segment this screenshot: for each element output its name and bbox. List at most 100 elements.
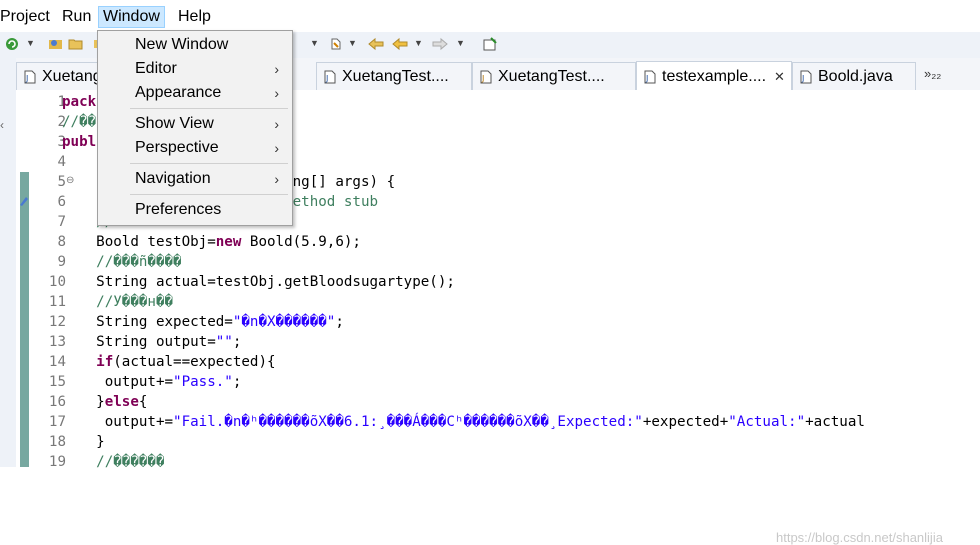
menu-item-appearance[interactable]: Appearance › — [99, 81, 291, 105]
menu-help[interactable]: Help — [174, 6, 215, 28]
menu-item-label: Appearance — [135, 84, 222, 101]
open-project-icon[interactable] — [48, 36, 64, 52]
code-line[interactable]: Boold testObj=new Boold(5.9,6); — [62, 232, 980, 252]
code-token: //������ — [62, 454, 165, 470]
java-file-icon: J — [799, 70, 812, 84]
refresh-icon[interactable] — [4, 36, 20, 52]
dropdown-arrow-icon[interactable]: ▼ — [26, 38, 35, 48]
menu-item-navigation[interactable]: Navigation › — [99, 167, 291, 191]
menu-window[interactable]: Window — [98, 6, 165, 28]
code-token: "Actual:" — [728, 414, 806, 430]
code-token: (actual==expected){ — [113, 354, 276, 370]
tab-overflow-icon[interactable]: »₂₂ — [924, 66, 941, 81]
menu-project[interactable]: Project — [0, 6, 54, 28]
java-file-icon: J — [323, 70, 336, 84]
tab-boold-java[interactable]: J Boold.java — [792, 62, 916, 90]
code-line[interactable]: //���ñ���� — [62, 252, 980, 272]
code-line[interactable]: output+="Fail.�n�ʰ������õΧ��6.1:¸���Á���… — [62, 412, 980, 432]
menu-item-show-view[interactable]: Show View › — [99, 112, 291, 136]
chevron-right-icon: › — [274, 85, 279, 101]
menu-item-preferences[interactable]: Preferences — [99, 198, 291, 222]
code-token: { — [138, 394, 148, 410]
code-token: } — [62, 394, 105, 410]
code-token: String expected= — [62, 314, 233, 330]
chevron-right-icon: › — [274, 61, 279, 77]
code-token: "" — [215, 334, 233, 350]
chevron-right-icon: › — [274, 116, 279, 132]
tab-xuetangtest-1[interactable]: J XuetangTest.... — [316, 62, 472, 90]
tab-xuetang[interactable]: J Xuetang — [16, 62, 98, 90]
watermark: https://blog.csdn.net/shanlijia — [776, 530, 943, 545]
code-token: new — [215, 234, 242, 250]
forward-icon[interactable] — [432, 36, 448, 52]
code-token: Boold(5.9,6); — [241, 234, 361, 250]
folder-icon[interactable] — [68, 36, 84, 52]
menu-item-perspective[interactable]: Perspective › — [99, 136, 291, 160]
menu-item-new-window[interactable]: New Window — [99, 33, 291, 57]
code-token: String output= — [62, 334, 216, 350]
left-trim: ‹ — [0, 58, 16, 467]
menu-item-label: Show View — [135, 115, 214, 132]
code-token: +actual — [805, 414, 865, 430]
code-line[interactable]: }else{ — [62, 392, 980, 412]
code-line[interactable]: String expected="�n�Χ������"; — [62, 312, 980, 332]
warning-marker-icon[interactable] — [18, 194, 30, 211]
java-file-icon: J — [23, 70, 36, 84]
tab-label: Boold.java — [818, 67, 893, 85]
code-token: ; — [335, 314, 344, 330]
menu-bar: Project Run Window Help — [0, 0, 980, 32]
last-edit-icon[interactable] — [368, 36, 384, 52]
tab-xuetangtest-2[interactable]: J XuetangTest.... — [472, 62, 636, 90]
java-file-icon: J — [643, 70, 656, 84]
code-line[interactable]: if(actual==expected){ — [62, 352, 980, 372]
code-token: "Pass." — [173, 374, 233, 390]
code-token: else — [104, 394, 139, 410]
code-line[interactable]: //У���н�� — [62, 292, 980, 312]
dropdown-arrow-icon[interactable]: ▼ — [348, 38, 357, 48]
java-file-icon: J — [479, 70, 492, 84]
code-token: pack — [62, 94, 97, 110]
code-token: String actual=testObj.getBloodsugartype(… — [62, 274, 455, 290]
pin-editor-icon[interactable] — [482, 36, 498, 52]
code-token: } — [62, 434, 105, 450]
code-token: ; — [232, 374, 242, 390]
menu-separator — [130, 163, 288, 164]
dropdown-arrow-icon[interactable]: ▼ — [310, 38, 319, 48]
code-token: //У���н�� — [62, 294, 174, 310]
menu-item-editor[interactable]: Editor › — [99, 57, 291, 81]
back-icon[interactable] — [392, 36, 408, 52]
code-token: output+= — [62, 374, 174, 390]
close-icon[interactable]: ✕ — [774, 69, 785, 85]
menu-item-label: New Window — [135, 36, 229, 53]
code-line[interactable]: String actual=testObj.getBloodsugartype(… — [62, 272, 980, 292]
code-line[interactable]: String output=""; — [62, 332, 980, 352]
tab-label: Xuetang — [42, 67, 98, 85]
chevron-right-icon: › — [274, 140, 279, 156]
svg-text:J: J — [325, 74, 328, 83]
code-line[interactable]: //������ — [62, 452, 980, 472]
menu-item-label: Preferences — [135, 201, 222, 218]
dropdown-arrow-icon[interactable]: ▼ — [414, 38, 423, 48]
code-token: //�� — [62, 114, 97, 130]
svg-text:J: J — [801, 74, 804, 83]
annotation-icon[interactable] — [328, 36, 344, 52]
code-token: ; — [232, 334, 242, 350]
code-line[interactable]: output+="Pass."; — [62, 372, 980, 392]
tab-testexample[interactable]: J testexample.... ✕ — [636, 61, 792, 91]
svg-text:J: J — [25, 74, 28, 83]
tab-label: XuetangTest.... — [342, 67, 449, 85]
chevron-left-icon[interactable]: ‹ — [0, 118, 4, 132]
code-token: //���ñ���� — [62, 254, 182, 270]
menu-item-label: Perspective — [135, 139, 219, 156]
dropdown-arrow-icon[interactable]: ▼ — [456, 38, 465, 48]
code-line[interactable]: } — [62, 432, 980, 452]
menu-run[interactable]: Run — [58, 6, 95, 28]
svg-text:J: J — [481, 74, 484, 83]
code-token: publ — [62, 134, 97, 150]
svg-text:J: J — [645, 74, 648, 83]
change-bar — [20, 172, 29, 467]
code-token: +expected+ — [642, 414, 729, 430]
chevron-right-icon: › — [274, 171, 279, 187]
window-menu-dropdown: New Window Editor › Appearance › Show View › Pe… — [97, 30, 293, 226]
